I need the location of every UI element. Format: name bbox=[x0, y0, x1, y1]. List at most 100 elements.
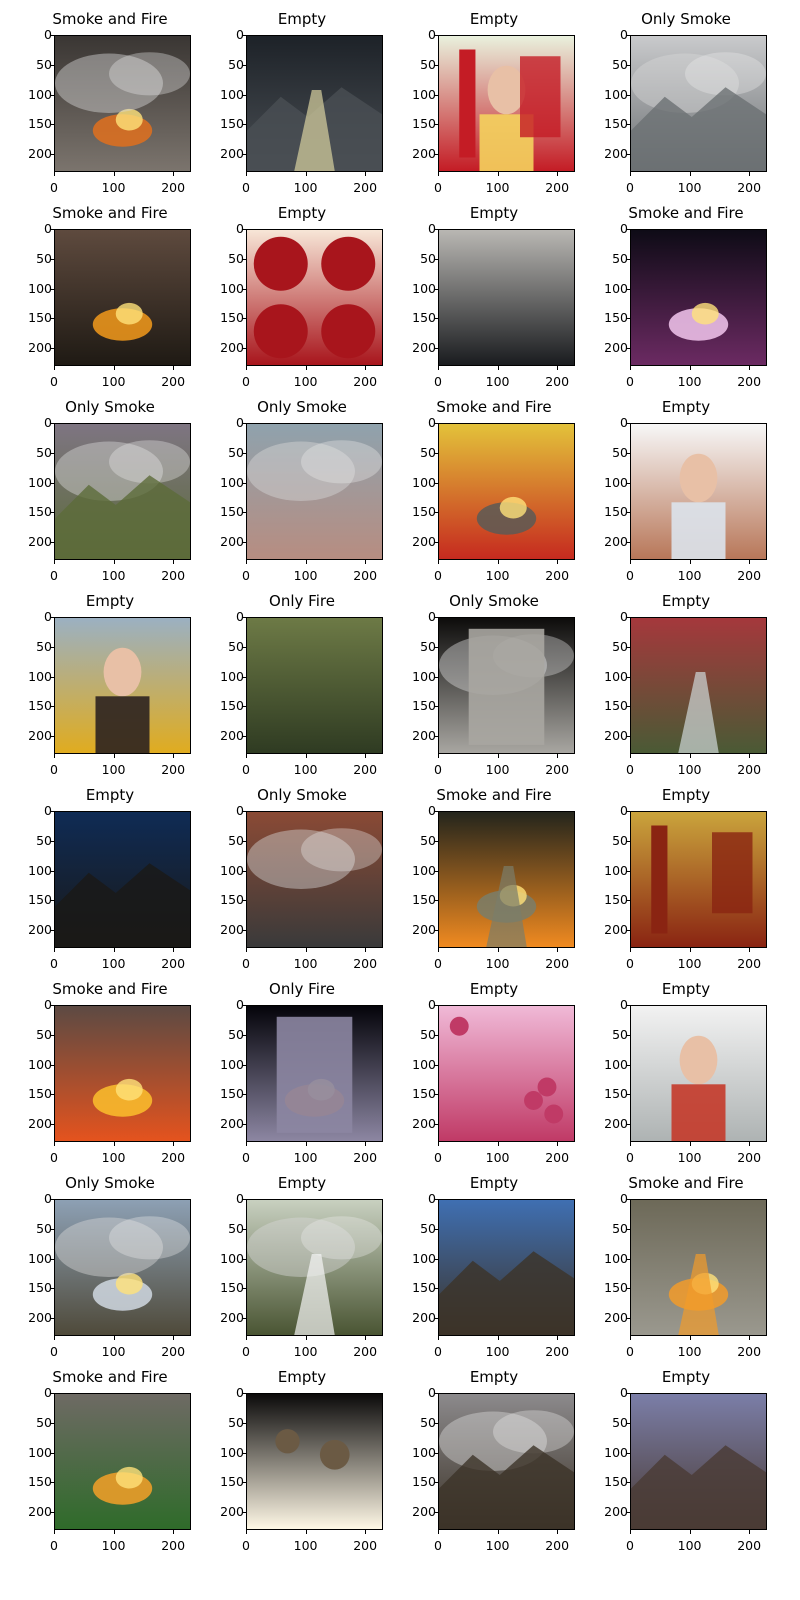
image-axes bbox=[630, 811, 767, 948]
x-tick-mark bbox=[113, 948, 115, 952]
y-tick-mark bbox=[242, 154, 246, 156]
x-tick-label: 200 bbox=[161, 568, 186, 583]
y-tick-label: 100 bbox=[28, 280, 52, 296]
y-tick-mark bbox=[626, 617, 630, 618]
image-panel: Empty 0 50 100 150 200 0 100 200 bbox=[576, 388, 776, 587]
image-panel: Empty 0 50 100 150 200 0 100 200 bbox=[0, 582, 200, 781]
y-tick-label: 100 bbox=[220, 862, 244, 878]
scene-image bbox=[247, 424, 382, 559]
x-tick-mark bbox=[305, 1530, 307, 1534]
y-tick-label: 0 bbox=[236, 997, 244, 1012]
y-tick-mark bbox=[242, 35, 246, 36]
scene-image bbox=[55, 36, 190, 171]
y-tick-label: 0 bbox=[620, 415, 628, 430]
y-tick-label: 150 bbox=[28, 1086, 52, 1102]
scene-image bbox=[439, 618, 574, 753]
y-tick-mark bbox=[434, 288, 438, 290]
panel-title: Only Fire bbox=[269, 592, 335, 610]
y-tick-label: 100 bbox=[604, 280, 628, 296]
x-tick-mark bbox=[689, 366, 691, 370]
y-tick-label: 50 bbox=[612, 250, 628, 266]
image-panel: Only Smoke 0 50 100 150 200 0 100 200 bbox=[384, 582, 584, 781]
y-tick-label: 50 bbox=[420, 250, 436, 266]
y-tick-label: 200 bbox=[412, 1504, 436, 1520]
y-tick-mark bbox=[434, 1452, 438, 1454]
x-tick-mark bbox=[173, 1336, 175, 1340]
y-tick-label: 0 bbox=[44, 609, 52, 624]
x-tick-mark bbox=[54, 366, 55, 370]
y-tick-label: 150 bbox=[412, 1474, 436, 1490]
scene-image bbox=[631, 812, 766, 947]
x-tick-label: 100 bbox=[485, 568, 510, 583]
y-tick-label: 50 bbox=[420, 1414, 436, 1430]
y-tick-label: 200 bbox=[412, 534, 436, 550]
x-tick-mark bbox=[54, 1142, 55, 1146]
x-tick-mark bbox=[497, 754, 499, 758]
image-axes bbox=[438, 423, 575, 560]
y-tick-mark bbox=[50, 452, 54, 454]
y-tick-label: 50 bbox=[612, 1414, 628, 1430]
x-tick-label: 0 bbox=[434, 374, 442, 389]
y-tick-mark bbox=[242, 900, 246, 902]
x-tick-mark bbox=[689, 948, 691, 952]
x-tick-label: 0 bbox=[242, 956, 250, 971]
y-tick-label: 0 bbox=[236, 415, 244, 430]
x-tick-label: 0 bbox=[434, 956, 442, 971]
y-tick-mark bbox=[626, 1124, 630, 1126]
y-tick-label: 150 bbox=[604, 1474, 628, 1490]
image-axes bbox=[246, 229, 383, 366]
y-tick-mark bbox=[434, 1482, 438, 1484]
x-tick-mark bbox=[557, 1142, 559, 1146]
y-tick-label: 50 bbox=[36, 250, 52, 266]
x-tick-label: 200 bbox=[161, 180, 186, 195]
x-tick-mark bbox=[497, 1142, 499, 1146]
x-tick-mark bbox=[557, 754, 559, 758]
image-axes bbox=[438, 1005, 575, 1142]
x-tick-label: 100 bbox=[677, 374, 702, 389]
x-tick-label: 0 bbox=[242, 180, 250, 195]
x-tick-mark bbox=[497, 1336, 499, 1340]
x-tick-label: 0 bbox=[242, 374, 250, 389]
scene-image bbox=[247, 1006, 382, 1141]
y-tick-mark bbox=[434, 452, 438, 454]
x-tick-mark bbox=[689, 1142, 691, 1146]
y-tick-mark bbox=[242, 1034, 246, 1036]
image-panel: Empty 0 50 100 150 200 0 100 200 bbox=[384, 194, 584, 393]
y-tick-label: 200 bbox=[604, 728, 628, 744]
y-tick-label: 200 bbox=[220, 1310, 244, 1326]
x-tick-label: 0 bbox=[626, 374, 634, 389]
x-tick-mark bbox=[438, 172, 439, 176]
x-tick-mark bbox=[54, 560, 55, 564]
y-tick-label: 100 bbox=[412, 474, 436, 490]
y-tick-label: 50 bbox=[612, 56, 628, 72]
x-tick-label: 100 bbox=[293, 374, 318, 389]
y-tick-mark bbox=[50, 94, 54, 96]
y-tick-mark bbox=[50, 1005, 54, 1006]
image-axes bbox=[630, 229, 767, 366]
x-tick-label: 200 bbox=[161, 1344, 186, 1359]
x-tick-mark bbox=[438, 948, 439, 952]
x-tick-label: 0 bbox=[434, 1344, 442, 1359]
y-tick-mark bbox=[50, 1228, 54, 1230]
y-tick-mark bbox=[50, 870, 54, 872]
x-tick-mark bbox=[305, 1336, 307, 1340]
y-tick-mark bbox=[626, 1064, 630, 1066]
y-tick-label: 0 bbox=[236, 609, 244, 624]
scene-image bbox=[55, 1200, 190, 1335]
y-tick-label: 200 bbox=[220, 340, 244, 356]
panel-title: Only Smoke bbox=[257, 786, 347, 804]
y-tick-label: 200 bbox=[220, 146, 244, 162]
scene-image bbox=[631, 36, 766, 171]
x-tick-label: 0 bbox=[626, 956, 634, 971]
x-tick-mark bbox=[365, 1336, 367, 1340]
y-tick-mark bbox=[50, 1064, 54, 1066]
scene-image bbox=[631, 230, 766, 365]
y-tick-mark bbox=[242, 930, 246, 932]
image-axes bbox=[54, 617, 191, 754]
x-tick-label: 100 bbox=[101, 762, 126, 777]
y-tick-label: 200 bbox=[28, 1310, 52, 1326]
x-tick-label: 0 bbox=[50, 1538, 58, 1553]
y-tick-mark bbox=[626, 348, 630, 350]
x-tick-label: 200 bbox=[161, 956, 186, 971]
image-panel: Smoke and Fire 0 50 100 150 200 0 100 200 bbox=[384, 776, 584, 975]
